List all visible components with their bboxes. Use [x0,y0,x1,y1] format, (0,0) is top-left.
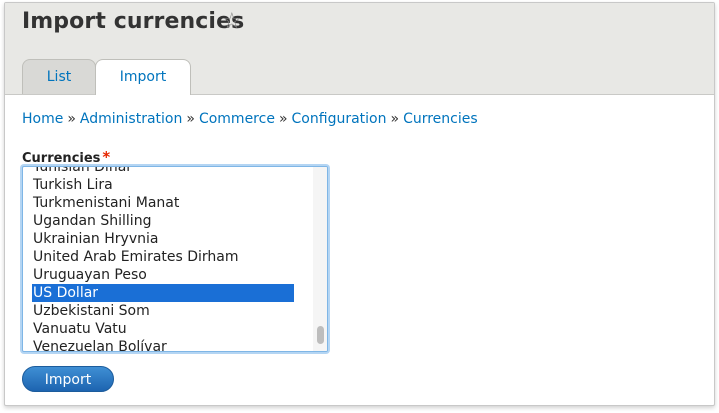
currency-option[interactable]: Uruguayan Peso [32,266,294,284]
page-header: Import currencies ☆ List Import [5,3,714,95]
breadcrumb-separator: » [186,111,195,127]
currencies-label-text: Currencies [22,151,101,166]
required-marker: * [102,148,111,166]
currency-option-selected[interactable]: US Dollar [32,284,294,302]
currency-option[interactable]: Venezuelan Bolívar [32,338,294,351]
breadcrumb-separator: » [67,111,76,127]
currency-option[interactable]: Vanuatu Vatu [32,320,294,338]
breadcrumb-currencies[interactable]: Currencies [403,111,478,127]
currencies-select[interactable]: Tunisian Dinar Turkish Lira Turkmenistan… [22,166,328,352]
breadcrumb-separator: » [278,111,288,127]
breadcrumb-home[interactable]: Home [22,111,63,127]
currency-option[interactable]: Ukrainian Hryvnia [32,230,294,248]
currency-option[interactable]: Ugandan Shilling [32,212,294,230]
scrollbar-thumb[interactable] [317,326,324,344]
currency-option[interactable]: Turkmenistani Manat [32,194,294,212]
breadcrumb-separator: » [390,111,400,127]
currency-option[interactable]: United Arab Emirates Dirham [32,248,294,266]
currency-option[interactable]: Tunisian Dinar [32,167,294,176]
currencies-options: Tunisian Dinar Turkish Lira Turkmenistan… [32,167,294,351]
currency-option[interactable]: Uzbekistani Som [32,302,294,320]
breadcrumb-administration[interactable]: Administration [80,111,182,127]
currency-option[interactable]: Turkish Lira [32,176,294,194]
breadcrumb-commerce[interactable]: Commerce [199,111,275,127]
tab-import[interactable]: Import [95,59,191,95]
breadcrumb-configuration[interactable]: Configuration [292,111,387,127]
listbox-scrollbar[interactable] [313,167,327,351]
currencies-label: Currencies * [22,148,110,166]
page-frame: Import currencies ☆ List Import Home» Adm… [4,2,715,406]
breadcrumb: Home» Administration» Commerce» Configurati… [22,111,478,127]
tab-list[interactable]: List [22,59,96,94]
page-title: Import currencies [22,9,245,34]
import-button[interactable]: Import [22,366,114,392]
star-outline-icon[interactable]: ☆ [222,11,242,33]
